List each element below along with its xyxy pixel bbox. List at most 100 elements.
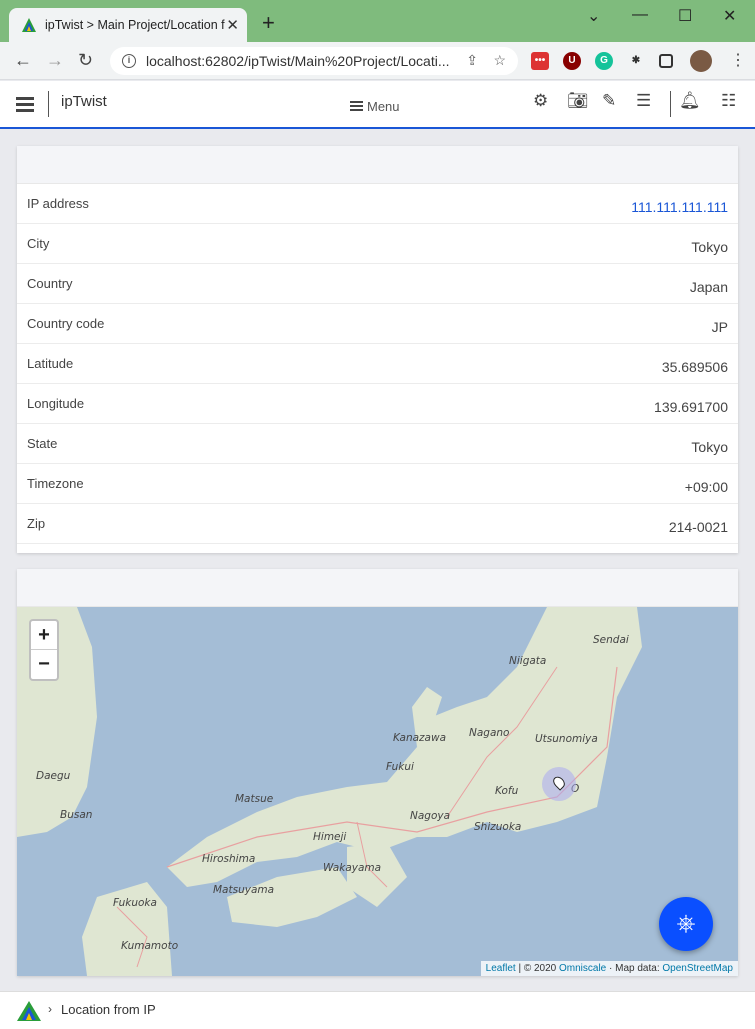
map-label-himeji: Himeji (313, 831, 347, 843)
reload-icon[interactable]: ↻ (78, 50, 93, 71)
map-label-kumamoto: Kumamoto (121, 940, 179, 952)
map-label-busan: Busan (60, 809, 93, 821)
attribution-sep-1: | © 2020 (515, 963, 559, 974)
extensions-puzzle-icon[interactable]: ✱ (627, 52, 645, 70)
info-row-value: Tokyo (691, 439, 728, 455)
minimize-icon[interactable]: — (632, 6, 648, 24)
edit-pencil-icon[interactable]: ✎ (602, 91, 616, 111)
url-text: localhost:62802/ipTwist/Main%20Project/L… (146, 53, 450, 69)
app-title: ipTwist (61, 93, 107, 110)
footer-bar: › Location from IP (0, 991, 755, 1029)
menu-icon (350, 100, 363, 113)
info-row: Country Japan (17, 264, 738, 304)
tab-close-icon[interactable]: ✕ (226, 16, 239, 34)
tab-search-icon[interactable]: ⌄ (587, 6, 600, 26)
map-label-nagoya: Nagoya (410, 810, 451, 822)
info-row-label: IP address (27, 196, 89, 211)
info-row: Zip 214-0021 (17, 504, 738, 544)
map-label-fukuoka: Fukuoka (113, 897, 157, 909)
info-row-value: Japan (689, 279, 728, 295)
info-row-label: Longitude (27, 396, 85, 411)
map-card-header (17, 569, 738, 607)
map-label-utsunomiya: Utsunomiya (535, 733, 598, 745)
menu-button[interactable]: Menu (350, 99, 400, 114)
bookmark-star-icon[interactable]: ☆ (493, 52, 506, 69)
breadcrumb-chevron-icon: › (48, 1002, 52, 1016)
list-icon[interactable]: ☰ (636, 91, 651, 111)
settings-gear-icon[interactable]: ⚙ (533, 91, 548, 111)
help-fab-button[interactable]: ⎈ (659, 897, 713, 951)
map-pin-icon (550, 774, 568, 791)
info-row-label: City (27, 236, 50, 251)
info-row: Country code JP (17, 304, 738, 344)
map-label-niigata: Niigata (509, 655, 547, 667)
iptwist-logo-icon[interactable] (16, 1000, 42, 1022)
browser-titlebar: ipTwist > Main Project/Location f ✕ + ⌄ … (0, 0, 755, 42)
map-label-kanazawa: Kanazawa (393, 732, 447, 744)
tab-title: ipTwist > Main Project/Location f (45, 18, 225, 32)
attribution-sep-2: · Map data: (606, 963, 663, 974)
extension-lastpass-icon[interactable]: ••• (531, 52, 549, 70)
info-row-value: +09:00 (684, 479, 728, 495)
info-row-value[interactable]: 111.111.111.111 (631, 199, 728, 215)
back-icon[interactable]: ← (14, 50, 32, 71)
map-label-daegu: Daegu (36, 770, 71, 782)
filter-sliders-icon[interactable]: ☷ (721, 91, 736, 111)
browser-toolbar: ← → ↻ i localhost:62802/ipTwist/Main%20P… (0, 42, 755, 80)
info-row: Timezone +09:00 (17, 464, 738, 504)
map-tiles (17, 607, 642, 976)
info-row-value: Tokyo (691, 239, 728, 255)
info-card-header (17, 146, 738, 184)
menu-label: Menu (367, 99, 400, 114)
profile-avatar[interactable] (690, 50, 712, 72)
info-row-label: Latitude (27, 356, 74, 371)
info-row: Longitude 139.691700 (17, 384, 738, 424)
map-label-matsue: Matsue (235, 793, 274, 805)
omniscale-link[interactable]: Omniscale (559, 963, 606, 974)
info-row-value: 35.689506 (661, 359, 728, 375)
info-row-label: Timezone (27, 476, 84, 491)
header-divider (48, 91, 49, 117)
map-label-nagano: Nagano (469, 727, 510, 739)
zoom-in-button[interactable]: + (31, 621, 57, 650)
address-bar[interactable]: i localhost:62802/ipTwist/Main%20Project… (110, 47, 518, 75)
map-label-matsuyama: Matsuyama (213, 884, 275, 896)
info-row-label: Zip (27, 516, 46, 531)
zoom-out-button[interactable]: − (31, 650, 57, 679)
map-label-wakayama: Wakayama (323, 862, 382, 874)
helm-icon: ⎈ (676, 910, 696, 937)
osm-link[interactable]: OpenStreetMap (662, 963, 733, 974)
browser-tab[interactable]: ipTwist > Main Project/Location f ✕ (9, 8, 247, 42)
info-row-label: State (27, 436, 58, 451)
forward-icon[interactable]: → (46, 50, 64, 71)
info-row-value: 139.691700 (654, 399, 728, 415)
extension-grammarly-icon[interactable]: G (595, 52, 613, 70)
location-marker[interactable] (542, 767, 576, 801)
map-label-sendai: Sendai (593, 634, 629, 646)
info-row-value: 214-0021 (668, 519, 728, 535)
site-info-icon[interactable]: i (122, 54, 136, 68)
map-label-hiroshima: Hiroshima (202, 853, 256, 865)
maximize-icon[interactable]: ☐ (678, 6, 692, 26)
breadcrumb-current[interactable]: Location from IP (61, 1002, 156, 1017)
hamburger-icon[interactable] (16, 97, 34, 115)
browser-menu-icon[interactable]: ⋮ (730, 50, 746, 70)
window-close-icon[interactable]: ✕ (723, 6, 736, 26)
leaflet-link[interactable]: Leaflet (486, 963, 516, 974)
extension-ublock-icon[interactable]: U (563, 52, 581, 70)
map-label-fukui: Fukui (386, 761, 414, 773)
map-label-kofu: Kofu (495, 785, 519, 797)
info-row: Latitude 35.689506 (17, 344, 738, 384)
camera-icon[interactable]: 📷︎ (567, 91, 589, 111)
ip-info-card: IP address 111.111.111.111 City Tokyo Countr… (17, 146, 738, 553)
location-map[interactable]: Sendai Niigata Kanazawa Nagano Utsunomiy… (17, 607, 738, 976)
info-row: City Tokyo (17, 224, 738, 264)
side-panel-icon[interactable] (659, 54, 673, 68)
zoom-control: + − (29, 619, 59, 681)
notifications-bell-icon[interactable]: 🔔︎ (679, 91, 701, 111)
info-row: IP address 111.111.111.111 (17, 184, 738, 224)
share-icon[interactable]: ⇪ (466, 52, 478, 69)
app-header: ipTwist Menu ⚙ 📷︎ ✎ ☰ 🔔︎ ☷ (0, 81, 755, 129)
map-attribution: Leaflet | © 2020 Omniscale · Map data: O… (480, 961, 738, 976)
new-tab-icon[interactable]: + (262, 12, 275, 34)
